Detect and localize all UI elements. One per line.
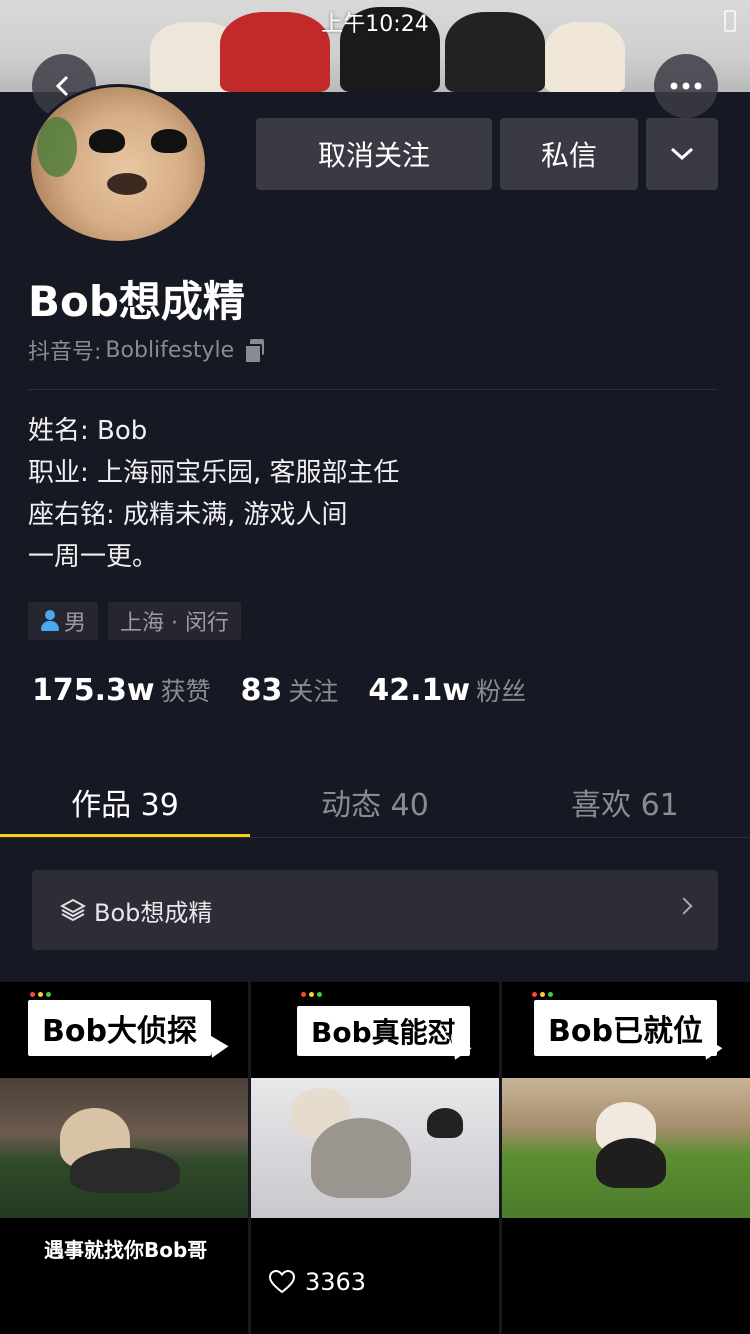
- recommend-dropdown-button[interactable]: [646, 118, 718, 190]
- message-button[interactable]: 私信: [500, 118, 638, 190]
- stat-value: 42.1w: [368, 673, 471, 708]
- video-title: Bob大侦探: [28, 1000, 211, 1056]
- douyin-id-row[interactable]: 抖音号: Boblifestyle: [28, 334, 266, 366]
- tabs-divider: [0, 837, 750, 838]
- bio-line: 姓名: Bob: [28, 416, 148, 446]
- layers-icon: [60, 898, 86, 922]
- tab-dynamics[interactable]: 动态 40: [250, 760, 500, 838]
- video-thumbnail[interactable]: Bob大侦探 遇事就找你Bob哥: [0, 982, 248, 1334]
- bio-line: 职业: 上海丽宝乐园, 客服部主任: [28, 458, 400, 488]
- bio-line: 座右铭: 成精未满, 游戏人间: [28, 500, 348, 530]
- tab-works[interactable]: 作品 39: [0, 760, 250, 838]
- video-caption: 遇事就找你Bob哥: [44, 1238, 208, 1262]
- stat-followers[interactable]: 42.1w 粉丝: [368, 672, 526, 708]
- bio: 姓名: Bob 职业: 上海丽宝乐园, 客服部主任 座右铭: 成精未满, 游戏人…: [28, 410, 400, 578]
- collection-label: Bob想成精: [94, 898, 213, 927]
- collection-banner[interactable]: Bob想成精: [32, 870, 718, 950]
- profile-tags: 男 上海 · 闵行: [28, 602, 241, 640]
- video-title: Bob真能怼: [297, 1006, 470, 1056]
- cover-image: 上午10:24: [0, 0, 750, 92]
- avatar[interactable]: [28, 84, 208, 244]
- bio-line: 一周一更。: [28, 542, 159, 572]
- stat-likes: 175.3w 获赞: [32, 672, 211, 708]
- unfollow-button[interactable]: 取消关注: [256, 118, 492, 190]
- video-photo: [0, 1078, 248, 1218]
- copy-icon[interactable]: [244, 339, 266, 364]
- more-dots-icon: [670, 82, 702, 90]
- status-time: 上午10:24: [321, 12, 429, 37]
- content-tabs: 作品 39 动态 40 喜欢 61: [0, 760, 750, 838]
- stats-row: 175.3w 获赞 83 关注 42.1w 粉丝: [32, 672, 526, 708]
- divider: [28, 389, 718, 390]
- more-button[interactable]: [654, 54, 718, 118]
- video-grid: Bob大侦探 遇事就找你Bob哥 Bob真能怼 3363 Bob已就位: [0, 982, 750, 1334]
- heart-icon: [269, 1270, 295, 1294]
- chevron-down-icon: [670, 147, 694, 161]
- stat-label: 粉丝: [476, 677, 527, 706]
- chevron-right-icon: [675, 897, 693, 915]
- location-label: 上海 · 闵行: [120, 611, 229, 636]
- video-title: Bob已就位: [534, 1000, 717, 1056]
- stat-label: 关注: [288, 677, 339, 706]
- likes-value: 3363: [305, 1268, 367, 1296]
- video-thumbnail[interactable]: Bob真能怼 3363: [251, 982, 499, 1334]
- person-icon: [40, 610, 60, 632]
- douyin-id-value: Boblifestyle: [105, 337, 235, 363]
- video-photo: [502, 1078, 750, 1218]
- stat-value: 175.3w: [32, 673, 155, 708]
- location-tag: 上海 · 闵行: [108, 602, 241, 640]
- stat-following[interactable]: 83 关注: [241, 672, 339, 708]
- likes-count: 3363: [269, 1268, 366, 1296]
- video-photo: [251, 1078, 499, 1218]
- douyin-id-label: 抖音号:: [28, 340, 102, 365]
- tab-likes[interactable]: 喜欢 61: [500, 760, 750, 838]
- video-thumbnail[interactable]: Bob已就位: [502, 982, 750, 1334]
- battery-icon: [724, 10, 736, 32]
- stat-value: 83: [240, 673, 283, 708]
- profile-name: Bob想成精: [28, 277, 245, 326]
- gender-tag: 男: [28, 602, 99, 640]
- stat-label: 获赞: [160, 677, 211, 706]
- gender-label: 男: [64, 611, 87, 636]
